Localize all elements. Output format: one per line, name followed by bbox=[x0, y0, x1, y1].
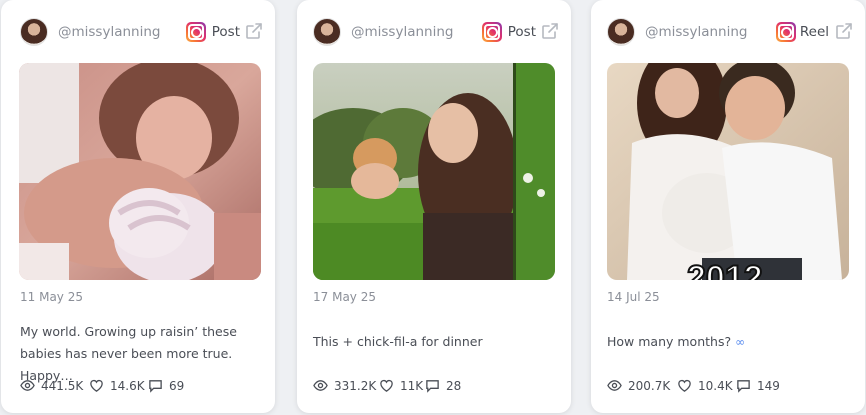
post-date: 11 May 25 bbox=[20, 290, 83, 304]
views-count: 331.2K bbox=[334, 378, 377, 393]
likes-stat: 10.4K bbox=[677, 378, 733, 393]
external-link-icon[interactable] bbox=[540, 21, 560, 41]
instagram-icon bbox=[482, 22, 502, 42]
infinity-link-icon: ∞ bbox=[735, 335, 746, 349]
likes-stat: 11K bbox=[379, 378, 423, 393]
avatar[interactable] bbox=[313, 18, 341, 46]
views-stat: 331.2K bbox=[313, 378, 376, 393]
comments-stat: 69 bbox=[148, 378, 184, 393]
post-photo[interactable] bbox=[313, 63, 555, 280]
views-count: 441.5K bbox=[41, 378, 84, 393]
eye-icon bbox=[20, 380, 35, 391]
views-stat: 441.5K bbox=[20, 378, 83, 393]
comments-stat: 28 bbox=[425, 378, 461, 393]
likes-count: 14.6K bbox=[110, 378, 145, 393]
comments-count: 69 bbox=[169, 378, 185, 393]
external-link-icon[interactable] bbox=[834, 21, 854, 41]
post-stats: 200.7K 10.4K 149 bbox=[607, 376, 855, 396]
post-stats: 441.5K 14.6K 69 bbox=[20, 376, 265, 396]
eye-icon bbox=[313, 380, 328, 391]
creator-handle[interactable]: @missylanning bbox=[351, 24, 453, 40]
comments-stat: 149 bbox=[736, 378, 780, 393]
likes-count: 11K bbox=[400, 378, 424, 393]
heart-icon bbox=[380, 379, 393, 392]
comment-icon bbox=[426, 380, 439, 393]
post-card[interactable]: @missylanning Post 17 May 25 This + chic… bbox=[297, 0, 571, 413]
instagram-icon bbox=[776, 22, 796, 42]
post-card[interactable]: @missylanning Reel 2012 14 Jul 25 How ma… bbox=[591, 0, 865, 413]
post-type-label: Reel bbox=[799, 24, 829, 40]
eye-icon bbox=[607, 380, 622, 391]
avatar[interactable] bbox=[607, 18, 635, 46]
comments-count: 28 bbox=[446, 378, 462, 393]
external-link-icon[interactable] bbox=[244, 21, 264, 41]
views-stat: 200.7K bbox=[607, 378, 670, 393]
comment-icon bbox=[149, 380, 162, 393]
post-card-header: @missylanning Post bbox=[313, 18, 560, 48]
comment-icon bbox=[737, 380, 750, 393]
post-card[interactable]: @missylanning Post 11 May 25 My world. G… bbox=[1, 0, 275, 413]
post-caption: How many months? ∞ bbox=[607, 331, 851, 353]
comments-count: 149 bbox=[757, 378, 780, 393]
post-stats: 331.2K 11K 28 bbox=[313, 376, 561, 396]
caption-text: How many months? bbox=[607, 334, 732, 349]
post-type-label: Post bbox=[507, 24, 536, 40]
creator-handle[interactable]: @missylanning bbox=[58, 24, 160, 40]
post-caption: This + chick-fil-a for dinner bbox=[313, 334, 483, 349]
instagram-icon bbox=[186, 22, 206, 42]
post-card-header: @missylanning Reel bbox=[607, 18, 854, 48]
avatar[interactable] bbox=[20, 18, 48, 46]
post-date: 14 Jul 25 bbox=[607, 290, 660, 304]
post-photo[interactable] bbox=[19, 63, 261, 280]
post-type-label: Post bbox=[211, 24, 240, 40]
heart-icon bbox=[678, 379, 691, 392]
post-photo[interactable]: 2012 bbox=[607, 63, 849, 280]
photo-overlay-text: 2012 bbox=[687, 259, 763, 280]
likes-count: 10.4K bbox=[698, 378, 733, 393]
post-card-header: @missylanning Post bbox=[20, 18, 264, 48]
post-date: 17 May 25 bbox=[313, 290, 376, 304]
creator-handle[interactable]: @missylanning bbox=[645, 24, 747, 40]
likes-stat: 14.6K bbox=[89, 378, 145, 393]
heart-icon bbox=[90, 379, 103, 392]
views-count: 200.7K bbox=[628, 378, 671, 393]
